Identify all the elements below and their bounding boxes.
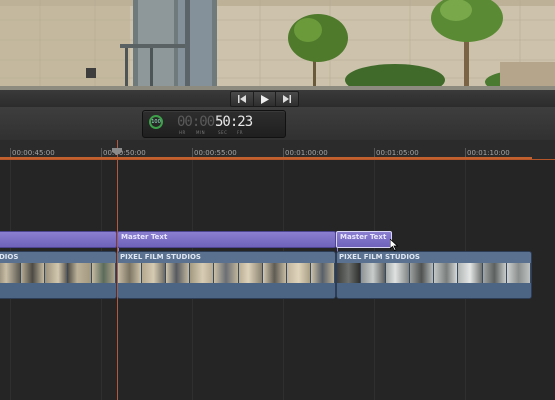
thumbnail [262, 263, 287, 283]
ruler-label: 00:01:00:00 [285, 149, 328, 157]
playhead-handle-icon[interactable] [112, 148, 122, 155]
skip-back-icon [237, 95, 246, 103]
video-clip[interactable]: DIOS [0, 251, 117, 299]
progress-percent: 100 [151, 119, 161, 125]
toolbar: 100 00:00: 50:23 HR MIN SEC FR [0, 107, 555, 141]
thumbnail [20, 263, 45, 283]
ruler-label: 00:01:05:00 [376, 149, 419, 157]
video-clip-label: DIOS [0, 252, 116, 263]
transport-controls [230, 91, 299, 107]
audio-strip [337, 283, 531, 298]
thumbnail [142, 263, 167, 283]
timecode-dashboard[interactable]: 100 00:00: 50:23 HR MIN SEC FR [142, 110, 286, 138]
skip-forward-icon [283, 95, 292, 103]
thumbnail [118, 263, 143, 283]
thumbnail [44, 263, 69, 283]
viewer-frame-image [0, 0, 555, 90]
thumbnail [190, 263, 215, 283]
background-tasks-progress-icon[interactable]: 100 [149, 115, 163, 129]
thumbnail [92, 263, 116, 283]
thumbnail [166, 263, 191, 283]
play-icon [260, 94, 269, 104]
ruler-label: 00:00:45:00 [12, 149, 55, 157]
next-edit-button[interactable] [276, 92, 298, 106]
play-button[interactable] [254, 92, 277, 106]
thumbnail [434, 263, 459, 283]
video-clip-pixel-film-studios-2[interactable]: PIXEL FILM STUDIOS [336, 251, 532, 299]
thumbnail [458, 263, 483, 283]
ruler-label: 00:01:10:00 [467, 149, 510, 157]
thumbnail [506, 263, 531, 283]
thumbnail [214, 263, 239, 283]
thumbnail [482, 263, 507, 283]
thumbnail [361, 263, 386, 283]
title-clip-master-text-selected[interactable]: Master Text [336, 231, 392, 248]
thumbnail [337, 263, 362, 283]
title-clip[interactable] [0, 231, 117, 248]
video-clip-pixel-film-studios[interactable]: PIXEL FILM STUDIOS [117, 251, 336, 299]
video-viewer [0, 0, 555, 90]
title-clip-label: Master Text [121, 233, 168, 241]
mouse-pointer-icon [390, 239, 399, 251]
title-clip-label: Master Text [340, 233, 387, 241]
thumbnail [0, 263, 21, 283]
timecode-unit-hr: HR [179, 130, 186, 135]
video-clip-label: PIXEL FILM STUDIOS [337, 252, 531, 263]
audio-strip [0, 283, 116, 298]
timeline-ruler[interactable]: 00:00:45:00 00:00:50:00 00:00:55:00 00:0… [0, 140, 555, 160]
previous-edit-button[interactable] [231, 92, 254, 106]
timeline-area[interactable]: Master Text Master Text DIOS PIXEL FILM … [0, 160, 555, 400]
selection-range-bar [0, 157, 532, 159]
timecode-unit-fr: FR [237, 130, 244, 135]
title-clip-master-text[interactable]: Master Text [117, 231, 336, 248]
filmstrip [0, 263, 116, 283]
timecode-unit-sec: SEC [218, 130, 228, 135]
thumbnail [310, 263, 335, 283]
thumbnail [68, 263, 93, 283]
timecode-value: 50:23 [215, 114, 253, 130]
thumbnail [286, 263, 311, 283]
thumbnail [409, 263, 434, 283]
audio-strip [118, 283, 335, 298]
thumbnail [238, 263, 263, 283]
ruler-label: 00:00:50:00 [103, 149, 146, 157]
filmstrip [337, 263, 531, 283]
playhead[interactable] [117, 160, 118, 400]
thumbnail [385, 263, 410, 283]
timecode-unit-min: MIN [196, 130, 206, 135]
transport-bar [0, 90, 555, 108]
video-clip-label: PIXEL FILM STUDIOS [118, 252, 335, 263]
ruler-label: 00:00:55:00 [194, 149, 237, 157]
filmstrip [118, 263, 335, 283]
